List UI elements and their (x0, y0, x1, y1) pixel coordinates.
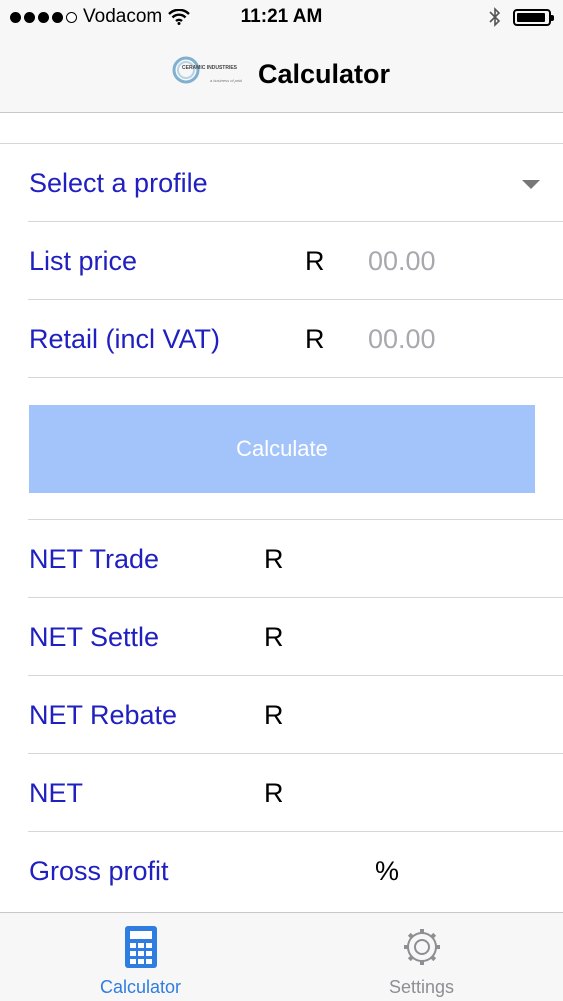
status-right (489, 7, 554, 27)
retail-price-label: Retail (incl VAT) (29, 324, 221, 354)
battery-icon (513, 8, 554, 26)
svg-text:CERAMIC INDUSTRIES: CERAMIC INDUSTRIES (182, 65, 238, 71)
gross-profit-label: Gross profit (29, 856, 169, 886)
tab-calculator-label: Calculator (99, 977, 182, 997)
tab-settings[interactable]: Settings (281, 913, 562, 1001)
nav-bar: CERAMIC INDUSTRIES a business of pride C… (0, 36, 563, 113)
result-row-net-trade: NET Trade R (0, 520, 563, 598)
list-price-currency: R (305, 246, 325, 276)
dropdown-arrow-icon (522, 180, 540, 189)
net-trade-label: NET Trade (29, 544, 160, 574)
bluetooth-icon (489, 7, 501, 27)
status-bar: Vodacom 11:21 AM (0, 0, 563, 36)
net-settle-unit: R (264, 622, 284, 652)
tab-bar: Calculator Settings (0, 912, 563, 1001)
net-rebate-unit: R (264, 700, 284, 730)
page-title: Calculator (258, 59, 391, 89)
retail-price-row: Retail (incl VAT) R 00.00 (0, 300, 563, 378)
calculator-icon (124, 926, 157, 968)
result-row-net-rebate: NET Rebate R (0, 676, 563, 754)
gross-profit-unit: % (375, 856, 400, 886)
result-row-net: NET R (0, 754, 563, 832)
svg-text:a business of pride: a business of pride (210, 78, 242, 83)
tab-settings-label: Settings (388, 977, 455, 997)
net-trade-unit: R (264, 544, 284, 574)
status-time: 11:21 AM (240, 6, 323, 27)
profile-select-label: Select a profile (29, 168, 208, 198)
net-label: NET (29, 778, 83, 808)
list-price-input[interactable]: 00.00 (368, 246, 436, 277)
net-rebate-label: NET Rebate (29, 700, 178, 730)
net-unit: R (264, 778, 284, 808)
result-row-gross-profit: Gross profit % (0, 832, 563, 910)
net-settle-label: NET Settle (29, 622, 160, 652)
list-price-label: List price (29, 246, 138, 276)
tab-calculator[interactable]: Calculator (0, 913, 281, 1001)
company-logo: CERAMIC INDUSTRIES a business of pride (172, 56, 242, 84)
retail-price-currency: R (305, 324, 325, 354)
list-price-row: List price R 00.00 (0, 222, 563, 300)
result-row-net-settle: NET Settle R (0, 598, 563, 676)
calculate-button[interactable]: Calculate (29, 405, 535, 493)
profile-select[interactable]: Select a profile (0, 144, 563, 222)
gear-icon (403, 929, 440, 965)
retail-price-input[interactable]: 00.00 (368, 324, 436, 355)
